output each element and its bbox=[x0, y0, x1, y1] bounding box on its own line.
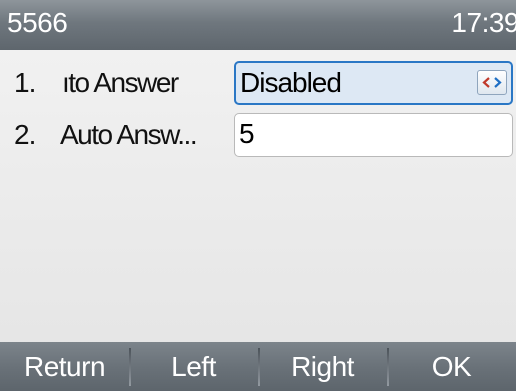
left-right-arrows-icon[interactable] bbox=[477, 70, 507, 95]
extension-number: 5566 bbox=[7, 7, 68, 38]
status-bar: 5566 17:39 bbox=[0, 0, 516, 50]
setting-label: ıto Answer bbox=[62, 67, 179, 98]
row-index: 2. bbox=[14, 119, 36, 150]
setting-row-auto-answer[interactable]: 1. ıto Answer Disabled bbox=[0, 57, 516, 109]
auto-answer-select[interactable]: Disabled bbox=[234, 61, 513, 105]
return-softkey[interactable]: Return bbox=[0, 342, 129, 391]
setting-row-auto-answer-delay[interactable]: 2. Auto Answ... 5 bbox=[0, 109, 516, 161]
auto-answer-delay-value: 5 bbox=[239, 118, 255, 149]
setting-label: Auto Answ... bbox=[60, 119, 198, 150]
auto-answer-delay-input[interactable]: 5 bbox=[234, 113, 513, 157]
settings-list: 1. ıto Answer Disabled 2. Auto Answ... 5 bbox=[0, 50, 516, 342]
softkey-bar: Return Left Right OK bbox=[0, 342, 516, 391]
ok-softkey[interactable]: OK bbox=[387, 342, 516, 391]
auto-answer-value: Disabled bbox=[240, 67, 342, 98]
row-index: 1. bbox=[14, 67, 36, 98]
right-softkey[interactable]: Right bbox=[258, 342, 387, 391]
clock: 17:39 bbox=[451, 7, 516, 38]
phone-screen: 5566 17:39 1. ıto Answer Disabled 2. Aut… bbox=[0, 0, 516, 391]
left-softkey[interactable]: Left bbox=[129, 342, 258, 391]
